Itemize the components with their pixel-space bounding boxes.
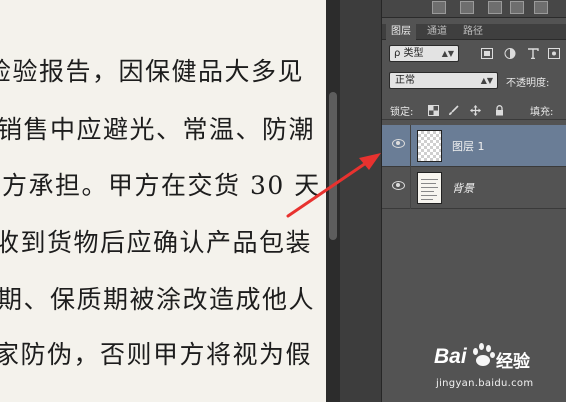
layer-name[interactable]: 图层 1	[452, 138, 485, 154]
visibility-eye-icon[interactable]	[392, 181, 405, 190]
document-text-line: 方承担。甲方在交货 30 天	[2, 171, 321, 200]
layer-filter-row: ρ 类型 ▲▼	[382, 44, 566, 64]
fill-label: 填充:	[530, 107, 554, 118]
layer-name[interactable]: 背景	[452, 180, 474, 196]
document-canvas[interactable]: 检验报告，因保健品大多见 销售中应避光、常温、防潮 方承担。甲方在交货 30 天…	[0, 0, 326, 402]
lock-label: 锁定:	[390, 107, 414, 118]
close-box-icon[interactable]	[510, 1, 524, 14]
lock-move-icon[interactable]	[470, 105, 481, 116]
tab-paths[interactable]: 路径	[458, 24, 488, 40]
chevron-updown-icon: ▲▼	[441, 49, 454, 58]
lock-row: 锁定: 填充:	[382, 100, 566, 120]
document-text-line: 家防伪，否则甲方将视为假	[0, 340, 313, 369]
shape-filter-icon[interactable]	[548, 48, 560, 59]
filter-kind-select[interactable]: ρ 类型 ▲▼	[389, 45, 459, 62]
panel-top-toolbar	[382, 0, 566, 18]
adjustment-icon[interactable]	[534, 1, 548, 14]
document-text-line: 收到货物后应确认产品包装	[0, 228, 313, 257]
adjustment-filter-icon[interactable]	[504, 48, 516, 59]
visibility-eye-icon[interactable]	[392, 139, 405, 148]
opacity-label: 不透明度:	[506, 78, 550, 89]
document-text-line: 销售中应避光、常温、防潮	[0, 115, 316, 144]
tab-channels[interactable]: 通道	[422, 24, 452, 40]
brush-preset-icon[interactable]	[432, 1, 446, 14]
blend-mode-value: 正常	[395, 75, 415, 86]
chevron-updown-icon: ▲▼	[480, 76, 493, 85]
document-text-line: 检验报告，因保健品大多见	[0, 57, 305, 86]
layer-row-background[interactable]: 背景	[382, 167, 566, 209]
type-filter-icon[interactable]	[527, 48, 539, 59]
image-filter-icon[interactable]	[481, 48, 493, 59]
tab-layers[interactable]: 图层	[386, 24, 416, 40]
blend-mode-select[interactable]: 正常 ▲▼	[389, 72, 498, 89]
path-icon[interactable]	[488, 1, 502, 14]
panel-dock-gutter	[340, 0, 382, 402]
blend-row: 正常 ▲▼ 不透明度:	[382, 71, 566, 91]
canvas-scrollbar[interactable]	[326, 0, 340, 402]
baidu-paw-icon	[470, 342, 496, 368]
lock-paint-icon[interactable]	[448, 105, 459, 116]
layer-row-layer-1[interactable]: 图层 1	[382, 125, 566, 167]
watermark-brand-left: Bai	[434, 345, 467, 368]
layer-thumbnail	[417, 172, 442, 204]
filter-kind-label: ρ 类型	[394, 48, 424, 59]
lock-transparency-icon[interactable]	[428, 105, 439, 116]
document-text-line: 期、保质期被涂改造成他人	[0, 285, 316, 314]
scrollbar-thumb[interactable]	[329, 92, 337, 240]
watermark-url: jingyan.baidu.com	[436, 378, 534, 389]
divider	[410, 125, 411, 167]
panel-tabs: 图层 通道 路径	[382, 24, 566, 40]
layer-thumbnail	[417, 130, 442, 162]
baidu-jingyan-watermark: Bai 经验 jingyan.baidu.com	[432, 340, 566, 402]
watermark-brand-right: 经验	[496, 352, 530, 372]
divider	[410, 167, 411, 209]
clone-source-icon[interactable]	[460, 1, 474, 14]
lock-all-icon[interactable]	[494, 105, 505, 116]
